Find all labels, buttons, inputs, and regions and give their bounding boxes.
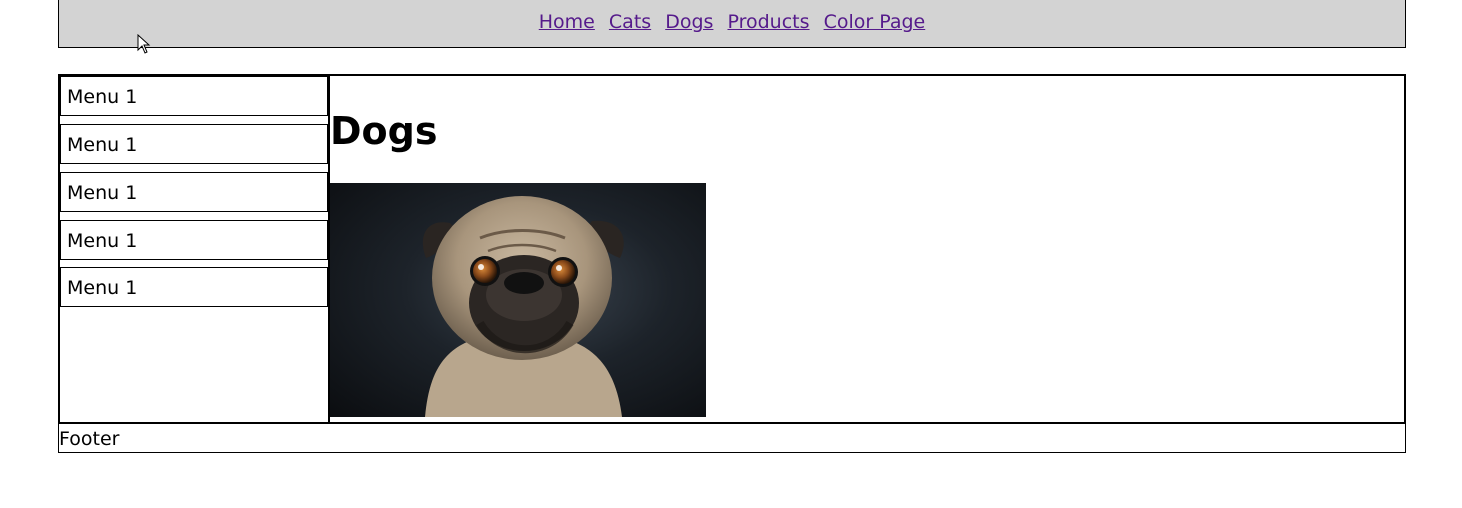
sidebar-menu-item[interactable]: Menu 1	[60, 220, 328, 260]
sidebar-menu-item[interactable]: Menu 1	[60, 124, 328, 164]
content-area: Dogs	[330, 76, 1404, 422]
sidebar-menu-item[interactable]: Menu 1	[60, 76, 328, 116]
sidebar-menu-item[interactable]: Menu 1	[60, 267, 328, 307]
nav-link-home[interactable]: Home	[539, 11, 595, 33]
nav-link-cats[interactable]: Cats	[609, 11, 651, 33]
pug-illustration	[422, 196, 624, 417]
sidebar: Menu 1 Menu 1 Menu 1 Menu 1 Menu 1	[60, 76, 330, 422]
page-title: Dogs	[330, 109, 438, 153]
mouse-cursor-icon	[137, 34, 151, 54]
footer: Footer	[58, 423, 1406, 453]
nav-link-products[interactable]: Products	[727, 11, 809, 33]
nav-link-dogs[interactable]: Dogs	[665, 11, 713, 33]
nav-link-color-page[interactable]: Color Page	[824, 11, 926, 33]
header-bar: Home Cats Dogs Products Color Page	[58, 0, 1406, 48]
sidebar-menu-item[interactable]: Menu 1	[60, 172, 328, 212]
main-layout: Menu 1 Menu 1 Menu 1 Menu 1 Menu 1 Dogs	[58, 74, 1406, 424]
top-nav: Home Cats Dogs Products Color Page	[59, 11, 1405, 33]
pug-dog-photo	[330, 183, 706, 417]
